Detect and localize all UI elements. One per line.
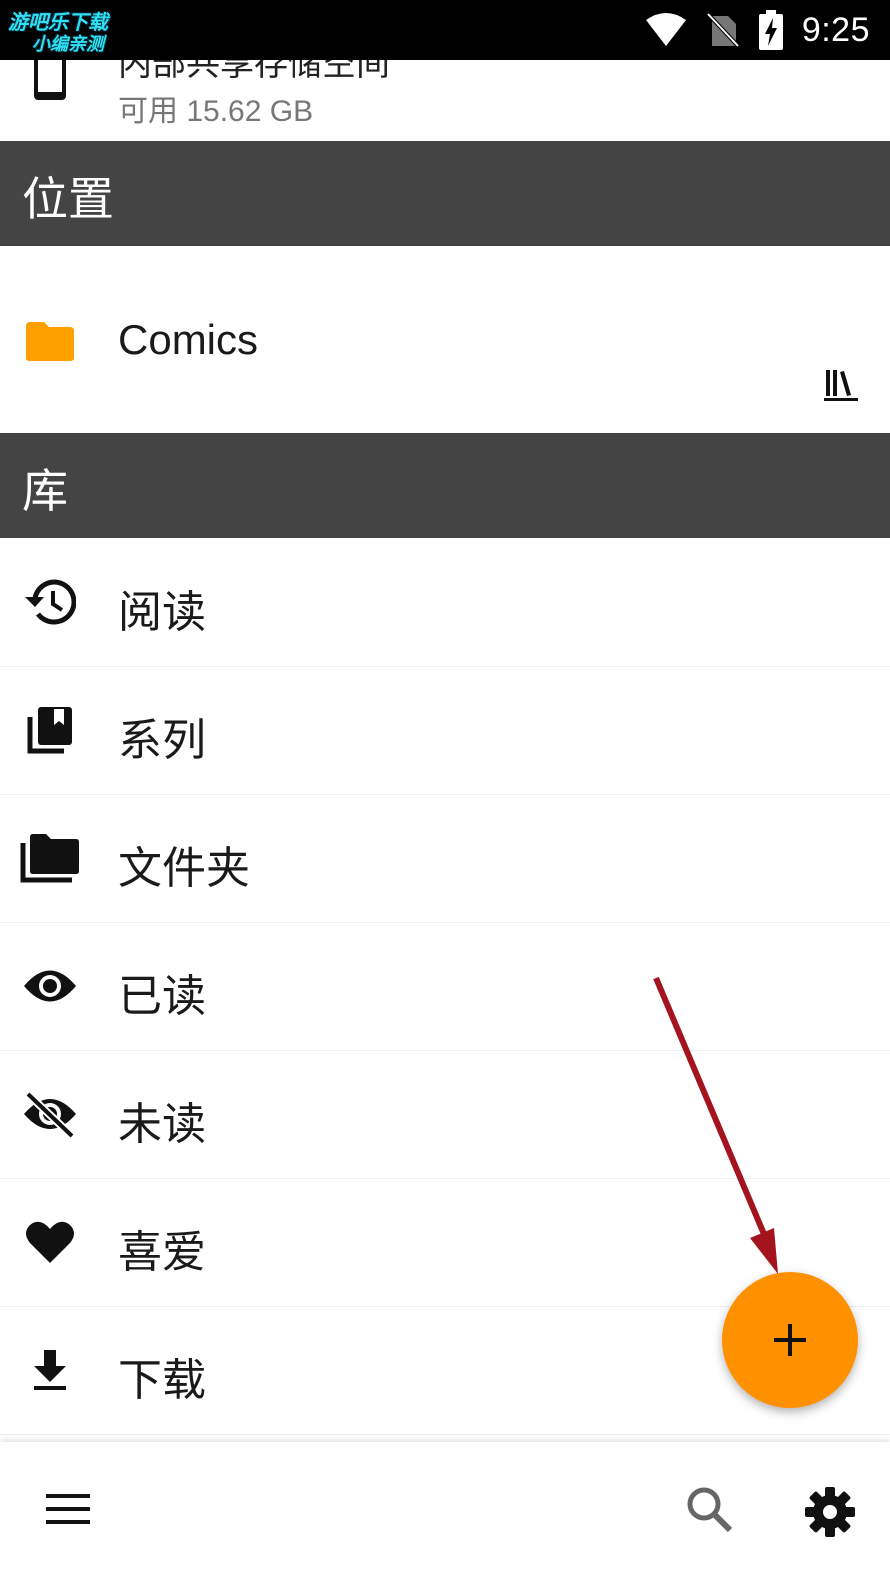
download-icon (34, 1350, 66, 1390)
eye-icon (24, 970, 76, 1002)
menu-icon[interactable] (44, 1492, 92, 1526)
section-title: 位置 (22, 172, 114, 226)
plus-icon (774, 1324, 806, 1356)
eye-off-icon (24, 1091, 76, 1138)
section-header-locations: 位置 (0, 141, 890, 246)
section-title: 库 (22, 464, 68, 518)
folder-icon (26, 322, 74, 361)
location-name: Comics (118, 316, 259, 363)
add-fab-button[interactable] (722, 1272, 858, 1408)
settings-icon[interactable] (804, 1486, 856, 1538)
library-item-reading[interactable]: 阅读 (0, 538, 890, 667)
library-item-read[interactable]: 已读 (0, 922, 890, 1051)
storage-available: 可用 15.62 GB (118, 95, 314, 128)
watermark-logo: 游吧乐下载 小编亲测 (8, 10, 148, 58)
status-bar: 游吧乐下载 小编亲测 9:25 (0, 0, 890, 60)
library-item-folders[interactable]: 文件夹 (0, 794, 890, 923)
search-icon[interactable] (686, 1486, 734, 1534)
no-sim-icon (706, 12, 740, 48)
collections-icon (27, 707, 72, 754)
library-item-label: 未读 (118, 1099, 206, 1150)
storage-title: 内部共享存储空间 (118, 60, 390, 84)
library-item-label: 下载 (118, 1355, 206, 1406)
phone-icon (34, 60, 66, 100)
watermark-line2: 小编亲测 (32, 34, 104, 55)
battery-charging-icon (758, 10, 783, 50)
section-header-library: 库 (0, 433, 890, 538)
location-item-comics[interactable]: Comics (0, 246, 890, 432)
library-item-label: 系列 (118, 715, 206, 766)
library-icon[interactable] (822, 366, 860, 404)
wifi-icon (645, 13, 686, 46)
library-item-unread[interactable]: 未读 (0, 1050, 890, 1179)
history-icon (25, 579, 76, 625)
clock: 9:25 (801, 10, 870, 49)
storage-item[interactable]: 内部共享存储空间 可用 15.62 GB (0, 60, 890, 140)
library-item-series[interactable]: 系列 (0, 666, 890, 795)
library-item-label: 阅读 (118, 587, 206, 638)
watermark-line1: 游吧乐下载 (8, 10, 108, 34)
library-item-label: 喜爱 (118, 1227, 206, 1278)
heart-icon (26, 1221, 74, 1263)
bottom-app-bar (0, 1442, 890, 1582)
folders-icon (20, 834, 79, 883)
library-item-label: 文件夹 (118, 843, 250, 894)
library-item-label: 已读 (118, 971, 206, 1022)
